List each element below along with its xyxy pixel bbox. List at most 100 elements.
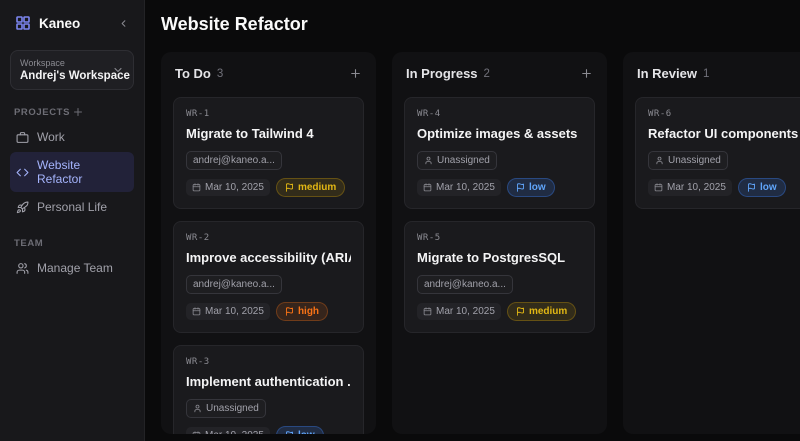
- add-card-button[interactable]: [349, 67, 362, 80]
- due-date-chip: Mar 10, 2025: [186, 179, 270, 196]
- due-date-label: Mar 10, 2025: [205, 306, 264, 317]
- assignee-chip: andrej@kaneo.a...: [186, 151, 282, 170]
- assignee-label: andrej@kaneo.a...: [424, 279, 506, 290]
- due-date-label: Mar 10, 2025: [436, 306, 495, 317]
- projects-header-label: PROJECTS: [14, 107, 72, 118]
- due-date-chip: Mar 10, 2025: [417, 303, 501, 320]
- column-header: To Do 3: [173, 64, 364, 81]
- sidebar-item-manage-team[interactable]: Manage Team: [10, 255, 134, 281]
- assignee-chip: andrej@kaneo.a...: [186, 275, 282, 294]
- priority-label: low: [760, 182, 777, 193]
- task-card[interactable]: WR-5 Migrate to PostgresSQL andrej@kaneo…: [404, 221, 595, 333]
- sidebar-item-label: Work: [37, 130, 65, 144]
- task-badges: andrej@kaneo.a... Mar 10, 2025 high: [186, 275, 351, 321]
- column-name: In Review: [637, 66, 697, 81]
- priority-badge: low: [276, 426, 324, 434]
- task-id: WR-4: [417, 109, 582, 119]
- task-card[interactable]: WR-2 Improve accessibility (ARIA) andrej…: [173, 221, 364, 333]
- kaneo-logo-icon: [14, 14, 32, 32]
- task-id: WR-5: [417, 233, 582, 243]
- flag-icon: [516, 183, 525, 192]
- sidebar: Kaneo Workspace Andrej's Workspace PROJE…: [0, 0, 145, 441]
- assignee-label: andrej@kaneo.a...: [193, 279, 275, 290]
- due-date-chip: Mar 10, 2025: [186, 303, 270, 320]
- sidebar-collapse-button[interactable]: [115, 18, 132, 29]
- kanban-board: To Do 3 WR-1 Migrate to Tailwind 4 andre…: [161, 52, 800, 434]
- flag-icon: [516, 307, 525, 316]
- task-id: WR-6: [648, 109, 800, 119]
- flag-icon: [285, 307, 294, 316]
- user-icon: [655, 156, 664, 165]
- priority-label: low: [298, 430, 315, 434]
- assignee-chip: Unassigned: [186, 399, 266, 418]
- task-badges: Unassigned Mar 10, 2025 low: [417, 151, 582, 197]
- column-count: 2: [484, 68, 574, 80]
- assignee-chip: andrej@kaneo.a...: [417, 275, 513, 294]
- column-name: In Progress: [406, 66, 478, 81]
- task-card[interactable]: WR-3 Implement authentication ... Unassi…: [173, 345, 364, 434]
- sidebar-header: Kaneo: [10, 12, 134, 36]
- priority-label: low: [529, 182, 546, 193]
- due-date-chip: Mar 10, 2025: [648, 179, 732, 196]
- task-title: Optimize images & assets: [417, 126, 582, 141]
- workspace-label: Workspace: [20, 58, 112, 68]
- column-cards: WR-1 Migrate to Tailwind 4 andrej@kaneo.…: [173, 97, 364, 434]
- page-title: Website Refactor: [161, 14, 800, 35]
- task-id: WR-1: [186, 109, 351, 119]
- assignee-label: andrej@kaneo.a...: [193, 155, 275, 166]
- task-badges: andrej@kaneo.a... Mar 10, 2025 medium: [186, 151, 351, 197]
- calendar-icon: [192, 183, 201, 192]
- task-title: Improve accessibility (ARIA): [186, 250, 351, 265]
- column-header: In Progress 2: [404, 64, 595, 81]
- team-header-label: TEAM: [14, 238, 130, 249]
- task-badges: Unassigned Mar 10, 2025 low: [186, 399, 351, 434]
- task-id: WR-2: [186, 233, 351, 243]
- task-card[interactable]: WR-1 Migrate to Tailwind 4 andrej@kaneo.…: [173, 97, 364, 209]
- assignee-label: Unassigned: [668, 155, 721, 166]
- rocket-icon: [16, 201, 29, 214]
- add-card-button[interactable]: [580, 67, 593, 80]
- kanban-column: In Progress 2 WR-4 Optimize images & ass…: [392, 52, 607, 434]
- column-header: In Review 1: [635, 64, 800, 81]
- calendar-icon: [192, 431, 201, 434]
- kanban-column: In Review 1 WR-6 Refactor UI components …: [623, 52, 800, 434]
- due-date-chip: Mar 10, 2025: [186, 427, 270, 434]
- flag-icon: [747, 183, 756, 192]
- briefcase-icon: [16, 131, 29, 144]
- user-icon: [424, 156, 433, 165]
- sidebar-item-website-refactor[interactable]: Website Refactor: [10, 152, 134, 192]
- column-name: To Do: [175, 66, 211, 81]
- projects-section-header: PROJECTS: [14, 106, 130, 118]
- add-project-button[interactable]: [72, 106, 130, 118]
- chevron-down-icon: [112, 64, 124, 76]
- priority-badge: low: [738, 178, 786, 197]
- due-date-label: Mar 10, 2025: [205, 182, 264, 193]
- sidebar-item-label: Personal Life: [37, 200, 107, 214]
- task-title: Refactor UI components: [648, 126, 800, 141]
- kanban-column: To Do 3 WR-1 Migrate to Tailwind 4 andre…: [161, 52, 376, 434]
- priority-badge: medium: [507, 302, 576, 321]
- sidebar-item-personal-life[interactable]: Personal Life: [10, 194, 134, 220]
- task-card[interactable]: WR-4 Optimize images & assets Unassigned…: [404, 97, 595, 209]
- task-card[interactable]: WR-6 Refactor UI components Unassigned M…: [635, 97, 800, 209]
- priority-label: medium: [529, 306, 567, 317]
- app-window: Kaneo Workspace Andrej's Workspace PROJE…: [0, 0, 800, 441]
- flag-icon: [285, 183, 294, 192]
- task-id: WR-3: [186, 357, 351, 367]
- task-title: Implement authentication ...: [186, 374, 351, 389]
- sidebar-item-label: Website Refactor: [37, 158, 128, 186]
- priority-badge: low: [507, 178, 555, 197]
- task-badges: andrej@kaneo.a... Mar 10, 2025 medium: [417, 275, 582, 321]
- workspace-selector[interactable]: Workspace Andrej's Workspace: [10, 50, 134, 90]
- priority-label: medium: [298, 182, 336, 193]
- flag-icon: [285, 431, 294, 434]
- team-section-header: TEAM: [14, 238, 130, 249]
- user-icon: [193, 404, 202, 413]
- assignee-chip: Unassigned: [417, 151, 497, 170]
- task-title: Migrate to Tailwind 4: [186, 126, 351, 141]
- priority-badge: medium: [276, 178, 345, 197]
- due-date-label: Mar 10, 2025: [436, 182, 495, 193]
- users-icon: [16, 262, 29, 275]
- sidebar-item-work[interactable]: Work: [10, 124, 134, 150]
- sidebar-item-label: Manage Team: [37, 261, 113, 275]
